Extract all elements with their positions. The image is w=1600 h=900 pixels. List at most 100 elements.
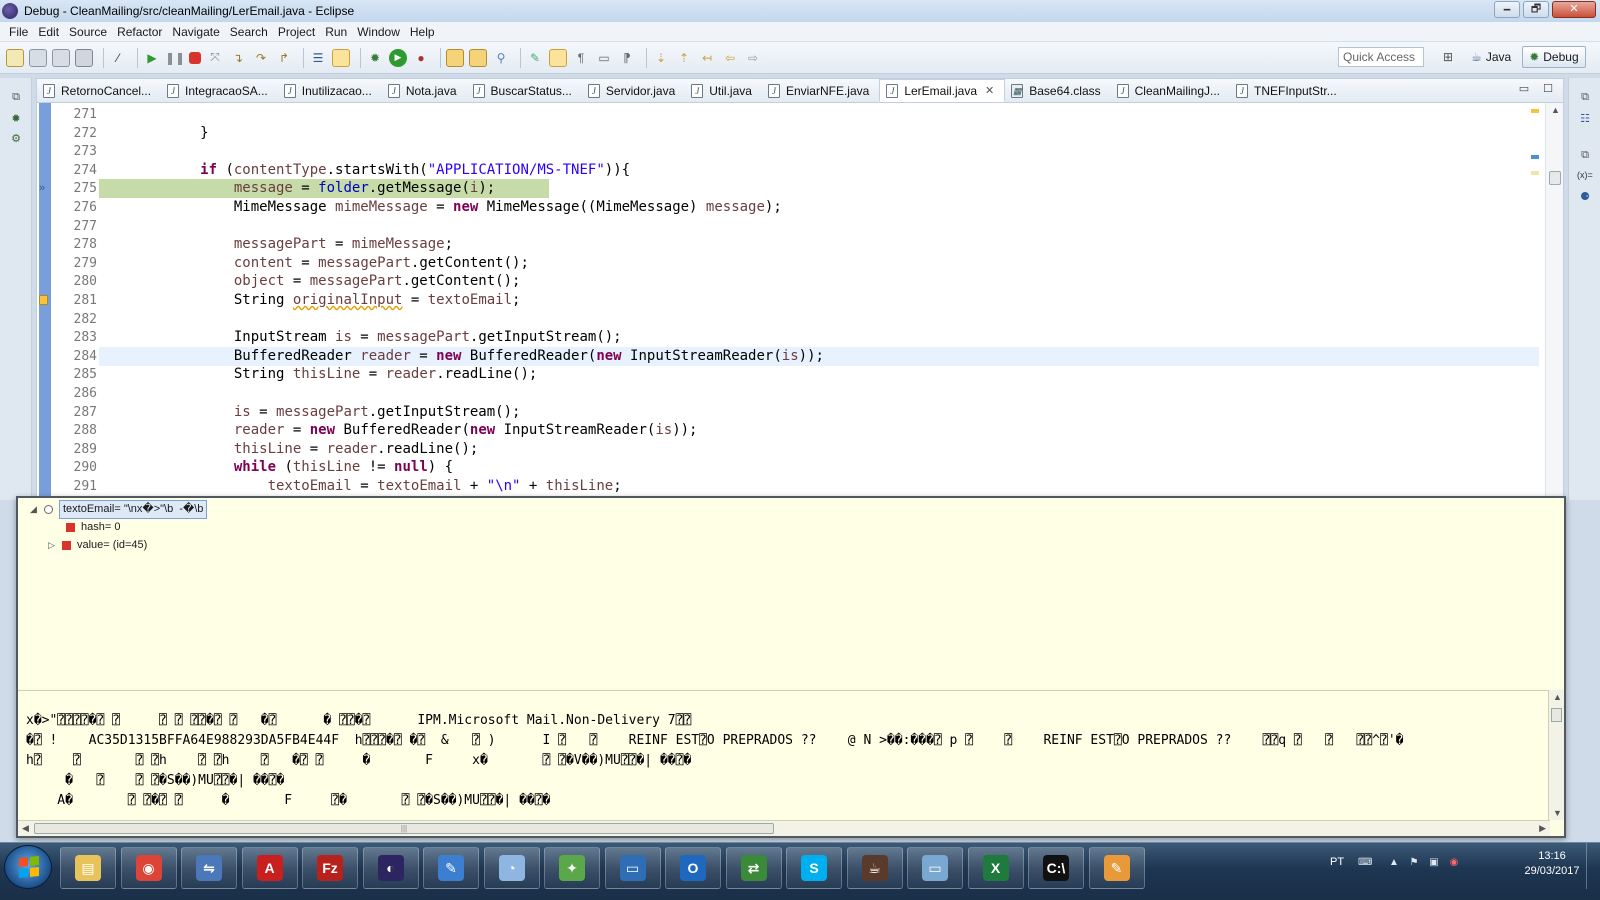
menu-navigate[interactable]: Navigate xyxy=(167,25,224,39)
collapse-icon[interactable]: ◢ xyxy=(30,501,40,518)
new-icon[interactable] xyxy=(6,48,24,67)
tab-enviar-nfe[interactable]: J EnviarNFE.java xyxy=(762,79,879,102)
taskbar-app-acrobat-reader[interactable]: A xyxy=(241,847,298,889)
taskbar-app-eclipse[interactable]: ◐ xyxy=(362,847,419,889)
tab-base64[interactable]: ▦ Base64.class xyxy=(1005,79,1110,102)
taskbar-app-sticky-folder[interactable]: ✎ xyxy=(423,847,479,889)
value-vertical-scrollbar[interactable]: ▲ ▼ xyxy=(1548,690,1564,820)
breakpoints-view-icon[interactable]: ⚈ xyxy=(1578,190,1592,204)
taskbar-app-image-viewer[interactable]: ◔ xyxy=(483,847,540,889)
servers-view-icon[interactable]: ⚙ xyxy=(9,132,23,146)
restore-variables-icon[interactable]: ⧉ xyxy=(1578,148,1592,162)
scroll-right-icon[interactable]: ▶ xyxy=(1539,823,1546,834)
new-java-project-icon[interactable] xyxy=(446,48,464,67)
maximize-editor-icon[interactable]: ☐ xyxy=(1543,82,1553,95)
forward-icon[interactable]: ⇨ xyxy=(744,49,762,67)
show-hidden-icons-icon[interactable]: ▲ xyxy=(1388,857,1400,869)
tab-inutilizacao[interactable]: J Inutilizacao... xyxy=(278,79,382,102)
keyboard-icon[interactable]: ⌨ xyxy=(1358,857,1372,869)
tab-nota[interactable]: J Nota.java xyxy=(382,79,467,102)
taskbar-app-network-connect[interactable]: ⇋ xyxy=(181,847,237,889)
tab-retorno-cancel[interactable]: J RetornoCancel... xyxy=(37,79,161,102)
code-area[interactable]: } if (contentType.startsWith("APPLICATIO… xyxy=(99,103,1539,499)
menu-run[interactable]: Run xyxy=(320,25,352,39)
menu-window[interactable]: Window xyxy=(352,25,405,39)
step-into-icon[interactable]: ↴ xyxy=(229,49,247,67)
value-horizontal-scrollbar[interactable]: ◀ ||| ▶ xyxy=(18,820,1550,836)
step-return-icon[interactable]: ↱ xyxy=(275,49,293,67)
scroll-left-icon[interactable]: ◀ xyxy=(22,823,29,834)
code-line[interactable]: String originalInput = textoEmail; xyxy=(99,291,1539,310)
variables-view-icon[interactable]: (x)= xyxy=(1577,168,1593,182)
close-button[interactable]: ✕ xyxy=(1552,1,1596,18)
taskbar-app-game-app[interactable]: ✦ xyxy=(544,847,600,889)
restore-right-view-icon[interactable]: ⧉ xyxy=(1578,90,1592,104)
tree-node-value[interactable]: ▷ value= (id=45) xyxy=(48,537,147,554)
code-line[interactable]: is = messagePart.getInputStream(); xyxy=(99,403,1539,422)
scrollbar-thumb[interactable] xyxy=(1551,708,1562,722)
suspend-icon[interactable]: ❚❚ xyxy=(165,49,185,67)
code-line[interactable]: BufferedReader reader = new BufferedRead… xyxy=(99,346,1539,366)
code-line[interactable]: messagePart = mimeMessage; xyxy=(99,235,1539,254)
debug-perspective-button[interactable]: ✹ Debug xyxy=(1522,46,1586,68)
scroll-down-icon[interactable]: ▼ xyxy=(1553,808,1562,818)
debug-marker[interactable] xyxy=(1531,155,1539,159)
code-line[interactable]: reader = new BufferedReader(new InputStr… xyxy=(99,421,1539,440)
taskbar-app-excel[interactable]: X xyxy=(967,847,1024,889)
save-icon[interactable] xyxy=(29,48,47,67)
code-line[interactable] xyxy=(99,105,1539,124)
back-icon[interactable]: ⇦ xyxy=(721,49,739,67)
menu-file[interactable]: File xyxy=(4,25,33,39)
code-line[interactable]: while (thisLine != null) { xyxy=(99,458,1539,477)
code-line[interactable]: InputStream is = messagePart.getInputStr… xyxy=(99,328,1539,347)
restore-button[interactable]: 🗗 xyxy=(1523,1,1549,18)
code-line[interactable] xyxy=(99,217,1539,236)
menu-edit[interactable]: Edit xyxy=(33,25,64,39)
tab-servidor[interactable]: J Servidor.java xyxy=(582,79,685,102)
debug-icon[interactable]: ✹ xyxy=(366,49,384,67)
taskbar-app-remote-desktop[interactable]: ⇄ xyxy=(725,847,782,889)
search-icon[interactable]: ⚲ xyxy=(492,49,510,67)
language-indicator[interactable]: PT xyxy=(1330,856,1344,868)
close-tab-icon[interactable]: ✕ xyxy=(985,84,994,97)
quick-access-field[interactable]: Quick Access xyxy=(1338,47,1424,67)
menu-refactor[interactable]: Refactor xyxy=(112,25,167,39)
skip-breakpoints-icon[interactable]: ⁄ xyxy=(109,49,127,67)
scroll-up-icon[interactable]: ▲ xyxy=(1551,105,1560,115)
tab-clean-mailing[interactable]: J CleanMailingJ... xyxy=(1111,79,1230,102)
value-detail-pane[interactable]: x�>"⍰⍰⍰⍰�⍰ ⍰ ⍰ ⍰ ⍰⍰�⍰ ⍰ �⍰ � ⍰⍰�⍰ IPM.Mi… xyxy=(18,690,1550,820)
toggle-highlight-icon[interactable] xyxy=(549,48,567,67)
code-line[interactable]: if (contentType.startsWith("APPLICATION/… xyxy=(99,161,1539,180)
prev-annotation-icon[interactable]: ⇡ xyxy=(675,49,693,67)
tree-node-texto-email[interactable]: ◢ textoEmail= "\nx�>"\b⁣ -�\b xyxy=(30,500,208,519)
taskbar-app-command-prompt[interactable]: C:\ xyxy=(1028,847,1084,889)
code-line[interactable] xyxy=(99,384,1539,403)
code-line[interactable]: content = messagePart.getContent(); xyxy=(99,254,1539,273)
use-step-filters-icon[interactable] xyxy=(332,48,350,67)
occurrence-marker[interactable] xyxy=(1531,171,1539,175)
volume-icon[interactable]: ◉ xyxy=(1448,857,1460,869)
toggle-mark-occurrences-icon[interactable]: ✎ xyxy=(526,49,544,67)
terminate-icon[interactable] xyxy=(189,51,201,64)
code-line[interactable]: String thisLine = reader.readLine(); xyxy=(99,365,1539,384)
code-line[interactable] xyxy=(99,142,1539,161)
next-annotation-icon[interactable]: ⇣ xyxy=(652,49,670,67)
external-tools-icon[interactable]: ● xyxy=(412,49,430,67)
taskbar-app-filezilla[interactable]: Fz xyxy=(302,847,358,889)
code-line[interactable]: } xyxy=(99,124,1539,143)
taskbar-app-virtualbox[interactable]: ▭ xyxy=(604,847,661,889)
tree-node-hash[interactable]: hash= 0 xyxy=(66,519,120,536)
action-center-icon[interactable]: ⚑ xyxy=(1408,857,1420,869)
disconnect-icon[interactable]: ⤧ xyxy=(206,49,224,67)
taskbar-app-chrome[interactable]: ◉ xyxy=(120,847,177,889)
network-icon[interactable]: ▣ xyxy=(1428,857,1440,869)
run-icon[interactable]: ▶ xyxy=(389,48,407,67)
scrollbar-thumb[interactable] xyxy=(1549,171,1561,185)
code-line[interactable]: object = messagePart.getContent(); xyxy=(99,272,1539,291)
code-line[interactable]: MimeMessage mimeMessage = new MimeMessag… xyxy=(99,198,1539,217)
menu-source[interactable]: Source xyxy=(64,25,112,39)
last-edit-icon[interactable]: ↤ xyxy=(698,49,716,67)
outline-view-icon[interactable]: ☷ xyxy=(1578,112,1592,126)
expand-icon[interactable]: ▷ xyxy=(48,537,58,554)
warning-marker[interactable] xyxy=(1531,109,1539,113)
